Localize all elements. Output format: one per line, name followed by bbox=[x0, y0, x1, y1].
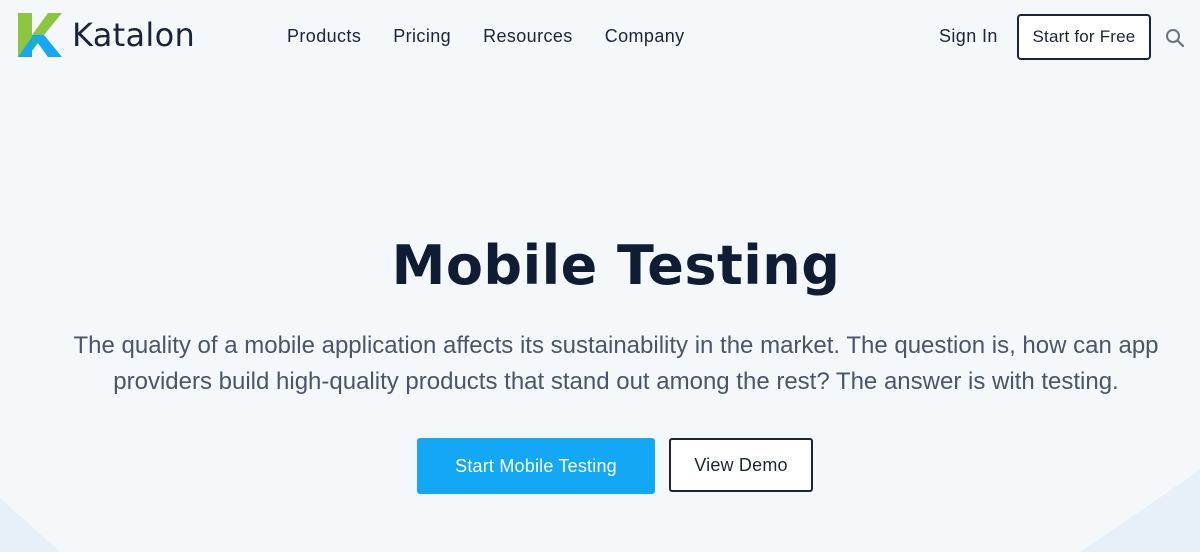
hero-description: The quality of a mobile application affe… bbox=[73, 332, 1159, 395]
search-icon[interactable] bbox=[1165, 28, 1185, 48]
site-header: Katalon Products Pricing Resources Compa… bbox=[0, 0, 1200, 72]
nav-item-products[interactable]: Products bbox=[287, 24, 361, 48]
start-mobile-testing-button[interactable]: Start Mobile Testing bbox=[417, 438, 655, 494]
nav-item-company[interactable]: Company bbox=[605, 24, 685, 48]
sign-in-link[interactable]: Sign In bbox=[939, 24, 998, 48]
main-nav: Products Pricing Resources Company bbox=[287, 24, 717, 48]
brand-name: Katalon bbox=[72, 16, 196, 54]
view-demo-button[interactable]: View Demo bbox=[669, 438, 813, 492]
nav-item-pricing[interactable]: Pricing bbox=[393, 24, 451, 48]
katalon-logo[interactable]: Katalon bbox=[18, 13, 195, 57]
hero-title: Mobile Testing bbox=[391, 234, 841, 297]
katalon-logo-icon bbox=[18, 13, 62, 57]
nav-item-resources[interactable]: Resources bbox=[483, 24, 573, 48]
start-for-free-button[interactable]: Start for Free bbox=[1017, 14, 1151, 60]
